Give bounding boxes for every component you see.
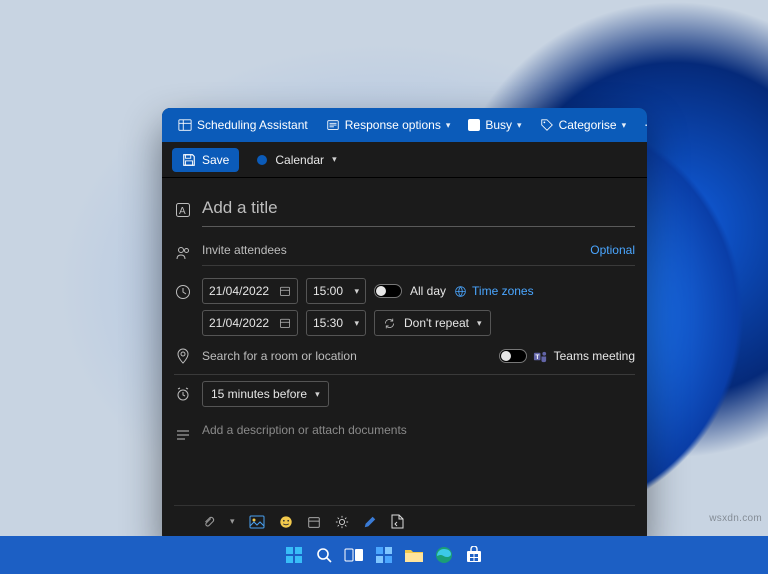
calendar-icon bbox=[279, 317, 291, 329]
clock-icon bbox=[174, 278, 192, 300]
repeat-icon bbox=[383, 317, 396, 330]
calendar-label: Calendar bbox=[275, 153, 324, 167]
time-zones-link[interactable]: Time zones bbox=[454, 284, 534, 298]
categorise-button[interactable]: Categorise ▾ bbox=[534, 114, 633, 136]
reminder-label: 15 minutes before bbox=[211, 387, 307, 401]
chevron-down-icon: ▾ bbox=[315, 389, 320, 400]
teams-label: Teams meeting bbox=[554, 349, 635, 363]
file-icon[interactable] bbox=[391, 514, 404, 529]
optional-link[interactable]: Optional bbox=[590, 243, 635, 257]
response-options-button[interactable]: Response options ▾ bbox=[320, 114, 457, 136]
calendar-icon bbox=[279, 285, 291, 297]
save-icon bbox=[182, 153, 196, 167]
attendees-input[interactable] bbox=[202, 243, 590, 257]
reminder-field[interactable]: 15 minutes before ▾ bbox=[202, 381, 329, 407]
store-icon[interactable] bbox=[463, 544, 485, 566]
chevron-down-icon: ▾ bbox=[446, 120, 451, 131]
explorer-icon[interactable] bbox=[403, 544, 425, 566]
title-input[interactable] bbox=[202, 192, 635, 227]
chevron-down-icon: ▾ bbox=[477, 318, 482, 329]
response-icon bbox=[326, 118, 340, 132]
busy-icon bbox=[468, 119, 480, 131]
start-time-field[interactable]: ▾ bbox=[306, 278, 366, 304]
repeat-label: Don't repeat bbox=[404, 316, 469, 330]
categorise-label: Categorise bbox=[559, 118, 617, 132]
teams-toggle[interactable] bbox=[499, 349, 527, 363]
time-zones-label: Time zones bbox=[472, 284, 534, 298]
task-view-icon[interactable] bbox=[343, 544, 365, 566]
description-input[interactable] bbox=[202, 423, 635, 493]
end-time-field[interactable]: ▾ bbox=[306, 310, 366, 336]
taskbar[interactable] bbox=[0, 536, 768, 574]
all-day-toggle[interactable] bbox=[374, 284, 402, 298]
more-options-button[interactable]: ⋯ bbox=[638, 114, 647, 136]
calendar-insert-icon[interactable] bbox=[307, 515, 321, 529]
description-icon bbox=[174, 423, 192, 443]
start-date-input[interactable] bbox=[209, 284, 273, 298]
scheduling-icon bbox=[178, 118, 192, 132]
scheduling-assistant-button[interactable]: Scheduling Assistant bbox=[172, 114, 314, 136]
ribbon: Scheduling Assistant Response options ▾ … bbox=[162, 108, 647, 142]
chevron-down-icon: ▾ bbox=[332, 154, 337, 165]
svg-text:A: A bbox=[179, 206, 186, 217]
chevron-down-icon[interactable]: ▾ bbox=[230, 516, 235, 527]
start-button[interactable] bbox=[283, 544, 305, 566]
title-icon: A bbox=[174, 202, 192, 218]
response-label: Response options bbox=[345, 118, 441, 132]
show-as-button[interactable]: Busy ▾ bbox=[462, 114, 527, 136]
start-date-field[interactable] bbox=[202, 278, 298, 304]
event-editor-window: Scheduling Assistant Response options ▾ … bbox=[162, 108, 647, 543]
scheduling-label: Scheduling Assistant bbox=[197, 118, 308, 132]
format-toolbar: ▾ bbox=[174, 505, 635, 531]
start-time-input[interactable] bbox=[313, 284, 348, 298]
teams-icon: T bbox=[533, 349, 548, 364]
end-date-input[interactable] bbox=[209, 316, 273, 330]
event-form: A Optional ▾ bbox=[162, 178, 647, 543]
brightness-icon[interactable] bbox=[335, 515, 349, 529]
chevron-down-icon: ▾ bbox=[354, 318, 359, 329]
edge-icon[interactable] bbox=[433, 544, 455, 566]
end-date-field[interactable] bbox=[202, 310, 298, 336]
reminder-icon bbox=[174, 386, 192, 402]
action-bar: Save Calendar ▾ bbox=[162, 142, 647, 178]
calendar-color-dot bbox=[257, 155, 267, 165]
widgets-icon[interactable] bbox=[373, 544, 395, 566]
location-input[interactable] bbox=[202, 349, 489, 363]
picture-icon[interactable] bbox=[249, 515, 265, 529]
emoji-icon[interactable] bbox=[279, 515, 293, 529]
chevron-down-icon: ▾ bbox=[622, 120, 627, 131]
save-button[interactable]: Save bbox=[172, 148, 239, 172]
globe-icon bbox=[454, 285, 467, 298]
pen-icon[interactable] bbox=[363, 515, 377, 529]
chevron-down-icon: ▾ bbox=[517, 120, 522, 131]
save-label: Save bbox=[202, 153, 229, 167]
repeat-field[interactable]: Don't repeat ▾ bbox=[374, 310, 491, 336]
people-icon bbox=[174, 245, 192, 261]
svg-text:T: T bbox=[535, 353, 539, 360]
all-day-label: All day bbox=[410, 284, 446, 298]
tag-icon bbox=[540, 118, 554, 132]
watermark: wsxdn.com bbox=[709, 513, 762, 524]
calendar-picker[interactable]: Calendar ▾ bbox=[249, 149, 344, 171]
busy-label: Busy bbox=[485, 118, 512, 132]
location-icon bbox=[174, 348, 192, 364]
attach-icon[interactable] bbox=[202, 515, 216, 529]
chevron-down-icon: ▾ bbox=[354, 286, 359, 297]
end-time-input[interactable] bbox=[313, 316, 348, 330]
ellipsis-icon: ⋯ bbox=[644, 118, 647, 132]
search-icon[interactable] bbox=[313, 544, 335, 566]
